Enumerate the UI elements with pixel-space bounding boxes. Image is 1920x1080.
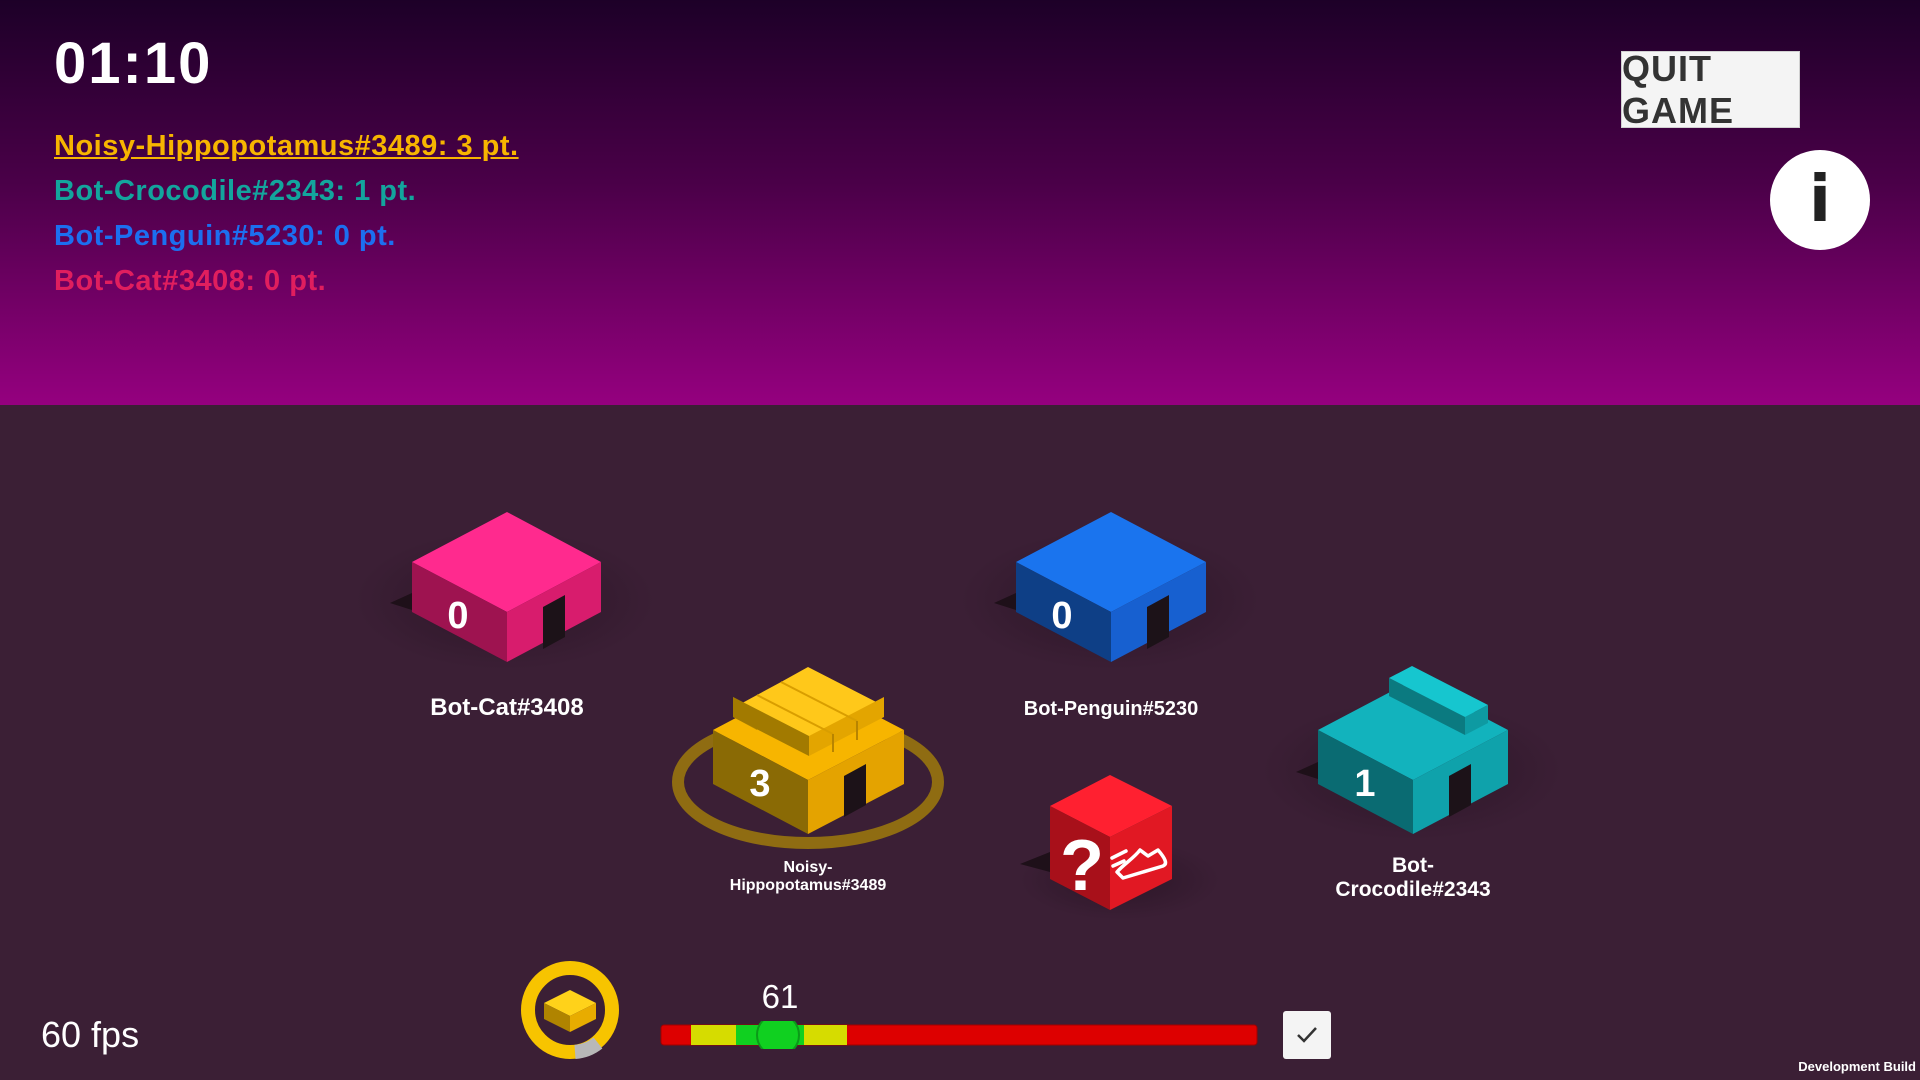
power-meter-handle[interactable] bbox=[756, 1021, 800, 1049]
house-count: 0 bbox=[1051, 595, 1072, 637]
house-count: 3 bbox=[749, 763, 770, 805]
game-board: 0 0 3 1 ? bbox=[355, 512, 1562, 920]
house-cat: 0 bbox=[355, 512, 655, 670]
house-count: 1 bbox=[1354, 763, 1375, 805]
house-label-line: Bot- bbox=[1392, 854, 1434, 877]
house-label-croc: Bot- Crocodile#2343 bbox=[1335, 854, 1490, 902]
brick-inventory-icon bbox=[521, 961, 619, 1059]
house-penguin: 0 bbox=[960, 512, 1260, 670]
confirm-button[interactable] bbox=[1283, 1011, 1331, 1059]
house-label-penguin: Bot-Penguin#5230 bbox=[1023, 698, 1199, 720]
house-label-line: Hippopotamus#3489 bbox=[729, 877, 887, 894]
house-hippo: 3 bbox=[672, 667, 944, 849]
house-croc: 1 bbox=[1262, 666, 1562, 840]
checkmark-icon bbox=[1297, 1027, 1317, 1043]
house-label-line: Noisy- bbox=[783, 859, 833, 876]
house-label-cat: Bot-Cat#3408 bbox=[430, 694, 584, 721]
powerup-cube[interactable]: ? bbox=[1020, 775, 1220, 920]
power-meter-value: 61 bbox=[761, 978, 799, 1015]
mystery-question-mark: ? bbox=[1060, 826, 1104, 906]
house-label-line: Crocodile#2343 bbox=[1335, 878, 1491, 901]
house-count: 0 bbox=[447, 595, 468, 637]
development-build-label: Development Build bbox=[1798, 1059, 1916, 1074]
power-meter[interactable] bbox=[659, 1021, 1259, 1049]
house-label-hippo: Noisy- Hippopotamus#3489 bbox=[730, 859, 886, 895]
fps-counter: 60 fps bbox=[41, 1014, 140, 1055]
